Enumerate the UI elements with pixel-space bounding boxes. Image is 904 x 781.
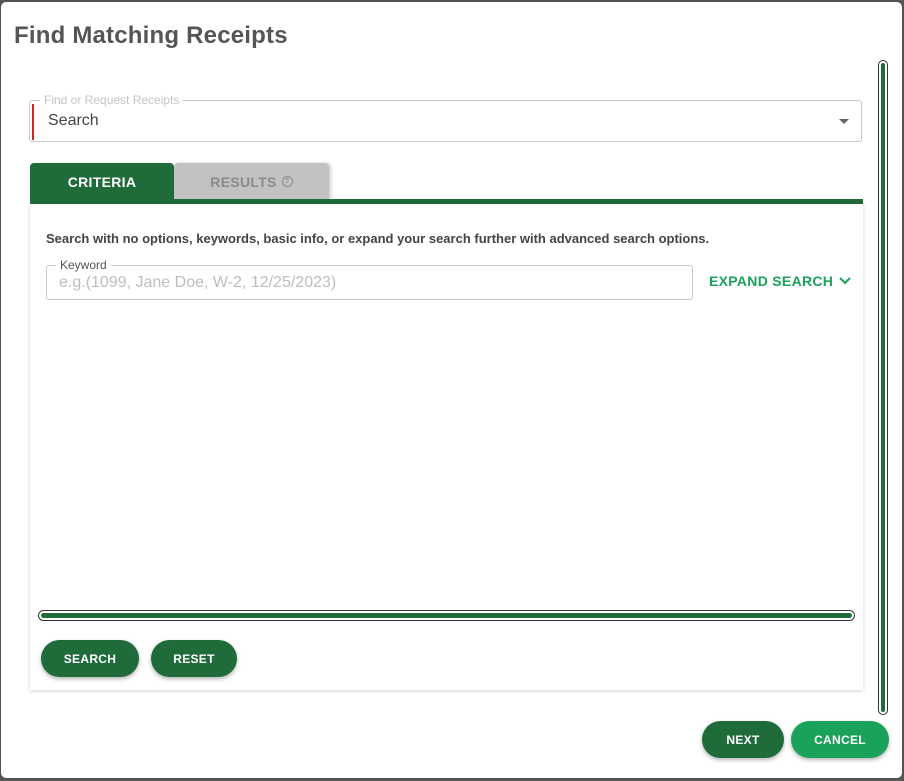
reset-button[interactable]: RESET [151, 640, 237, 677]
required-indicator [32, 104, 34, 140]
keyword-label: Keyword [56, 258, 111, 272]
horizontal-scrollbar-thumb[interactable] [41, 613, 852, 618]
caret-down-icon[interactable] [839, 119, 849, 124]
help-circle-icon[interactable]: ? [281, 176, 293, 187]
tab-criteria-label: CRITERIA [67, 173, 137, 190]
expand-search-label: EXPAND SEARCH [709, 273, 834, 289]
next-button[interactable]: NEXT [702, 721, 784, 758]
keyword-field[interactable]: Keyword [46, 258, 693, 300]
tab-results-label: RESULTS [210, 173, 277, 190]
keyword-input[interactable] [59, 272, 679, 294]
tab-criteria[interactable]: CRITERIA [30, 163, 174, 200]
find-receipts-dialog: Find Matching Receipts Find or Request R… [1, 2, 902, 778]
search-button[interactable]: SEARCH [41, 640, 139, 677]
cancel-button[interactable]: CANCEL [791, 721, 889, 758]
tab-results[interactable]: RESULTS ? [174, 163, 329, 200]
horizontal-scrollbar[interactable] [38, 610, 855, 621]
find-or-request-select[interactable]: Find or Request Receipts Search [29, 93, 862, 142]
dialog-title: Find Matching Receipts [14, 22, 288, 49]
chevron-down-icon [839, 277, 851, 285]
vertical-scrollbar[interactable] [878, 60, 888, 715]
criteria-panel: Search with no options, keywords, basic … [30, 204, 863, 690]
select-label: Find or Request Receipts [40, 93, 184, 107]
criteria-intro-text: Search with no options, keywords, basic … [46, 231, 710, 246]
expand-search-button[interactable]: EXPAND SEARCH [709, 273, 851, 289]
vertical-scrollbar-thumb[interactable] [881, 63, 885, 712]
select-value: Search [48, 112, 99, 129]
